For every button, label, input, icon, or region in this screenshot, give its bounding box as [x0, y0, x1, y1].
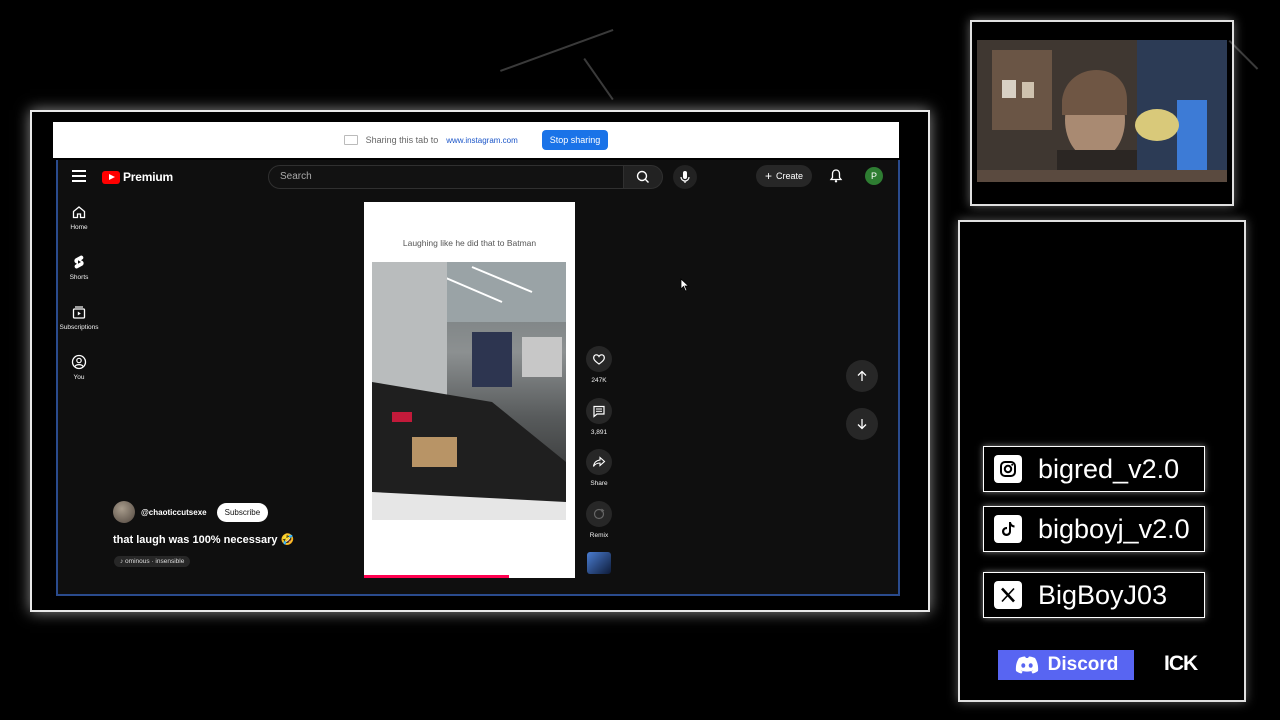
- like-action[interactable]: 247K: [584, 346, 614, 384]
- arrow-down-icon: [857, 419, 867, 430]
- sidebar-label-subscriptions: Subscriptions: [59, 324, 99, 331]
- create-button[interactable]: + Create: [756, 165, 812, 187]
- instagram-icon: [994, 455, 1022, 483]
- menu-icon[interactable]: [72, 170, 86, 182]
- short-title-emoji: 🤣: [280, 534, 295, 546]
- plus-icon: +: [764, 169, 772, 183]
- account-avatar[interactable]: P: [865, 167, 883, 185]
- sharing-url[interactable]: www.instagram.com: [446, 136, 518, 145]
- search-icon: [636, 170, 649, 183]
- comment-button[interactable]: [586, 398, 612, 424]
- corner-logo: ICK: [1164, 652, 1198, 675]
- video-caption: Laughing like he did that to Batman: [402, 238, 537, 248]
- sidebar-item-subscriptions[interactable]: Subscriptions: [58, 304, 100, 354]
- subscribe-button[interactable]: Subscribe: [216, 502, 269, 522]
- sharing-text: Sharing this tab to: [365, 135, 439, 145]
- mouse-cursor-icon: [680, 278, 690, 292]
- short-title: that laugh was 100% necessary 🤣: [113, 533, 294, 546]
- search-button[interactable]: [623, 165, 663, 189]
- you-icon: [71, 354, 87, 370]
- notifications-icon[interactable]: [828, 168, 844, 184]
- create-label: Create: [776, 171, 804, 181]
- channel-avatar[interactable]: [113, 501, 135, 523]
- discord-label: Discord: [1047, 654, 1119, 675]
- sidebar-label-shorts: Shorts: [69, 274, 89, 281]
- x-handle: BigBoyJ03: [1038, 579, 1168, 610]
- comment-action[interactable]: 3,891: [584, 398, 614, 436]
- sidebar-item-home[interactable]: Home: [58, 204, 100, 254]
- tab-icon: [343, 135, 358, 145]
- remix-icon: [593, 508, 605, 520]
- heart-icon: [593, 354, 605, 365]
- comment-count: 3,891: [590, 429, 608, 436]
- webcam-image: [977, 40, 1227, 182]
- tiktok-icon: [994, 515, 1022, 543]
- social-row-tiktok: bigboyj_v2.0: [983, 506, 1205, 552]
- video-frame[interactable]: [372, 262, 566, 520]
- short-title-text: that laugh was 100% necessary: [113, 534, 278, 546]
- video-progress-bar[interactable]: [364, 575, 509, 578]
- subscriptions-icon: [72, 306, 86, 319]
- video-scene-image: [372, 262, 566, 520]
- voice-search-button[interactable]: [673, 165, 697, 189]
- background-line: [583, 58, 614, 101]
- instagram-handle: bigred_v2.0: [1038, 453, 1180, 484]
- home-icon: [72, 206, 86, 219]
- stop-sharing-button[interactable]: Stop sharing: [541, 130, 609, 150]
- arrow-up-icon: [857, 370, 867, 381]
- social-row-instagram: bigred_v2.0: [983, 446, 1205, 492]
- sidebar-item-you[interactable]: You: [58, 354, 100, 404]
- youtube-logo[interactable]: Premium: [102, 170, 173, 184]
- discord-icon: [1015, 656, 1038, 674]
- share-label: Share: [590, 480, 608, 487]
- x-icon: [994, 581, 1022, 609]
- webcam-feed: [977, 40, 1227, 182]
- sidebar-label-you: You: [73, 374, 85, 381]
- channel-info: @chaoticcutsexe Subscribe: [113, 501, 269, 523]
- share-icon: [592, 456, 606, 467]
- sidebar: Home Shorts Subscriptions You: [58, 204, 100, 404]
- top-bar: Premium Search + Create P: [58, 160, 898, 194]
- remix-action[interactable]: Remix: [584, 501, 614, 539]
- like-count: 247K: [591, 377, 607, 384]
- tiktok-handle: bigboyj_v2.0: [1038, 513, 1190, 544]
- share-action[interactable]: Share: [584, 449, 614, 487]
- search-input[interactable]: Search: [268, 165, 624, 189]
- remix-label: Remix: [589, 532, 609, 539]
- search-placeholder: Search: [280, 171, 312, 182]
- share-button[interactable]: [586, 449, 612, 475]
- music-label[interactable]: ♪ ominous · insensible: [114, 556, 191, 567]
- youtube-play-icon: [102, 170, 120, 184]
- shorts-icon: [74, 255, 84, 269]
- youtube-shorts-page: Premium Search + Create P Home Shorts Su…: [56, 160, 900, 596]
- remix-button[interactable]: [586, 501, 612, 527]
- brand-label: Premium: [123, 170, 173, 184]
- microphone-icon: [680, 171, 690, 183]
- previous-video-button[interactable]: [846, 360, 878, 392]
- sound-thumbnail[interactable]: [587, 552, 611, 574]
- social-row-x: BigBoyJ03: [983, 572, 1205, 618]
- sidebar-item-shorts[interactable]: Shorts: [58, 254, 100, 304]
- comment-icon: [593, 405, 605, 418]
- channel-handle[interactable]: @chaoticcutsexe: [141, 508, 207, 517]
- tab-sharing-bar: Sharing this tab to www.instagram.com St…: [53, 122, 899, 158]
- like-button[interactable]: [586, 346, 612, 372]
- next-video-button[interactable]: [846, 408, 878, 440]
- sidebar-label-home: Home: [70, 224, 88, 231]
- short-player[interactable]: Laughing like he did that to Batman: [364, 202, 575, 578]
- background-line: [500, 28, 614, 72]
- discord-badge: Discord: [998, 650, 1134, 680]
